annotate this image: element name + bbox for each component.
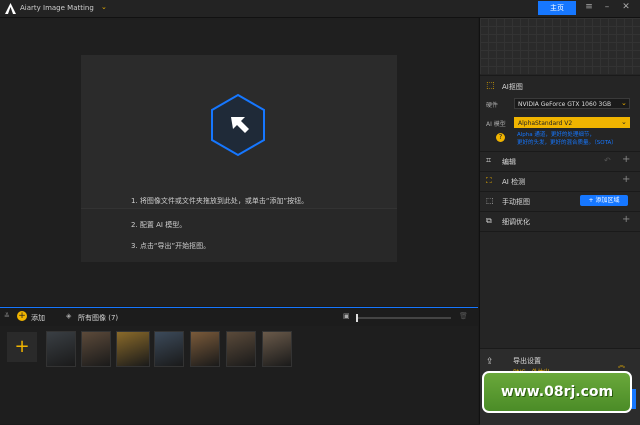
thumbnail-5[interactable] [190,331,220,367]
export-icon: ⇪ [486,357,494,367]
preview-grid [480,18,640,74]
export-title: 导出设置 [513,357,541,365]
selection-icon: ⬚ [486,196,494,205]
hardware-chevron-icon[interactable]: ⌄ [621,99,627,107]
title-bar: Aiarty Image Matting ⌄ 主页 ≡ – ✕ [0,0,640,18]
manual-title: 手动抠图 [502,198,530,206]
thumbnail-7[interactable] [262,331,292,367]
model-label: AI 模型 [486,121,506,128]
model-note-line2: 更好的头发，更好的混合质量。（SOTA） [517,140,617,146]
close-icon[interactable]: ✕ [619,2,633,12]
model-select[interactable]: AlphaStandard V2 [514,117,630,128]
manual-section[interactable]: ⬚ 手动抠图 + 添加区域 [480,191,640,211]
slider-handle[interactable] [356,314,358,322]
all-images-label[interactable]: 所有图像 (7) [78,313,118,323]
crop-icon: ⌗ [486,156,492,166]
edit-section[interactable]: ⌗ 编辑 ↶ + [480,151,640,171]
hardware-label: 硬件 [486,102,499,109]
home-button[interactable]: 主页 [538,1,576,15]
collapse-icon[interactable]: ≚ [4,312,10,320]
hardware-value: NVIDIA GeForce GTX 1060 3GB [518,101,612,108]
ai-matting-icon: ⬚ [486,81,495,91]
thumb-size-slider[interactable] [356,314,451,322]
strip-divider [0,307,478,308]
step-1-text: 1. 将图像文件或文件夹拖放到此处，或单击“添加”按钮。 [131,197,309,205]
ai-detect-icon: ⛶ [486,176,492,185]
images-icon: ◈ [66,312,72,320]
edit-title: 编辑 [502,158,516,166]
hardware-select[interactable]: NVIDIA GeForce GTX 1060 3GB [514,98,630,109]
add-hexagon-icon[interactable] [209,93,267,157]
help-icon[interactable]: ? [496,133,505,142]
thumbnail-6[interactable] [226,331,256,367]
model-chevron-icon[interactable]: ⌄ [621,118,627,126]
undo-icon[interactable]: ↶ [604,156,611,165]
add-button[interactable]: 添加 [31,313,45,323]
app-title: Aiarty Image Matting [20,4,94,12]
refine-section[interactable]: ⧉ 细调优化 + [480,211,640,232]
thumbnail-4[interactable] [154,331,184,367]
add-circle-icon[interactable]: + [17,311,27,321]
model-value: AlphaStandard V2 [518,120,573,127]
delete-icon[interactable]: 🗑 [459,312,468,320]
ai-matting-title: AI抠图 [502,83,523,91]
model-note-line1: Alpha 通道，更好的处理细节， [517,132,595,138]
menu-icon[interactable]: ≡ [582,2,596,12]
ai-matting-section: ⬚ AI抠图 硬件 NVIDIA GeForce GTX 1060 3GB ⌄ … [480,75,640,152]
thumbnail-2[interactable] [81,331,111,367]
drop-zone[interactable]: 1. 将图像文件或文件夹拖放到此处，或单击“添加”按钮。 2. 配置 AI 模型… [81,55,397,262]
add-region-button[interactable]: + 添加区域 [580,195,628,206]
export-expand-icon[interactable]: ︽ [618,360,625,370]
edit-add-icon[interactable]: + [622,154,630,165]
refine-title: 细调优化 [502,218,530,226]
step-2-text: 2. 配置 AI 模型。 [131,221,187,229]
thumbnail-1[interactable] [46,331,76,367]
minimize-icon[interactable]: – [600,2,614,12]
title-dropdown-icon[interactable]: ⌄ [101,3,107,11]
thumbnail-3[interactable] [116,331,150,367]
drop-zone-footer [81,208,397,262]
refine-add-icon[interactable]: + [622,214,630,225]
ai-detect-title: AI 检测 [502,178,526,186]
add-image-button[interactable]: + [7,332,37,362]
thumb-size-icon: ▣ [343,312,350,320]
ai-detect-section[interactable]: ⛶ AI 检测 + [480,171,640,191]
step-3-text: 3. 点击“导出”开始抠图。 [131,242,211,250]
refine-icon: ⧉ [486,216,492,225]
site-watermark: www.08rj.com [482,371,632,413]
strip-toolbar: ≚ + 添加 ◈ 所有图像 (7) ▣ 🗑 [0,309,478,326]
app-logo-icon [5,3,16,14]
ai-detect-add-icon[interactable]: + [622,174,630,185]
